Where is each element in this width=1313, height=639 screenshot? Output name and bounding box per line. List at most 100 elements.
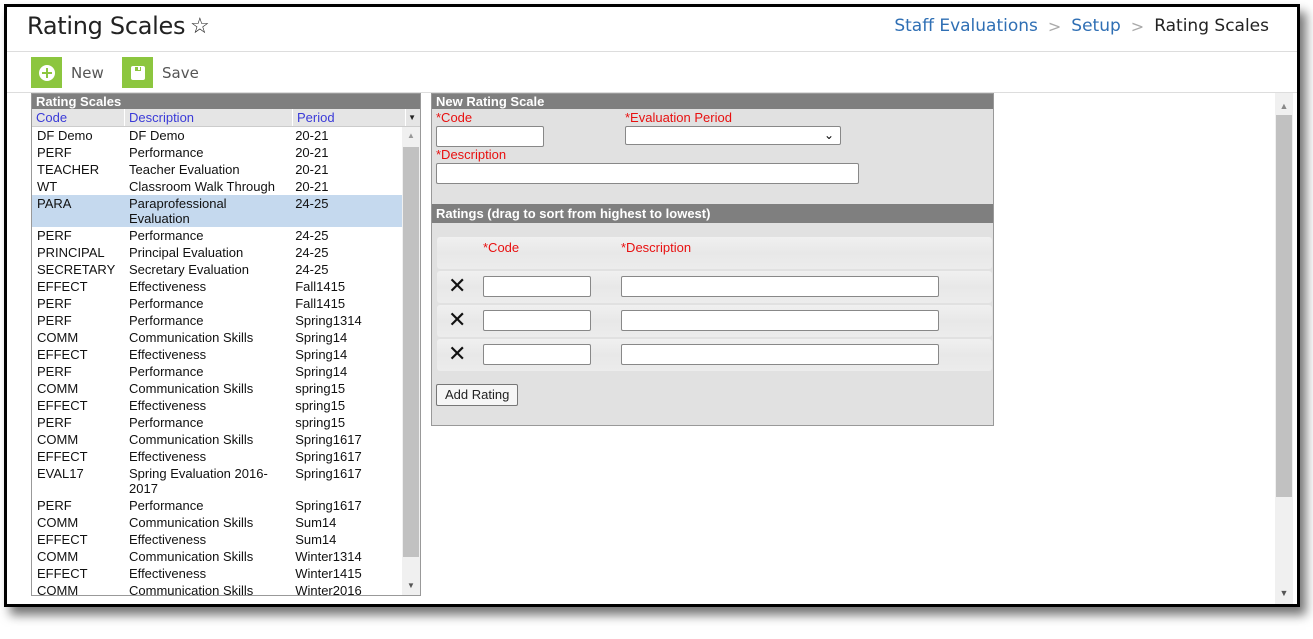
column-description[interactable]: Description	[125, 109, 293, 126]
list-row[interactable]: EFFECT Effectiveness Fall1415	[32, 278, 402, 295]
row-description: Effectiveness	[129, 398, 207, 413]
row-description: Performance	[129, 415, 204, 430]
chevron-down-icon: ⌄	[823, 128, 834, 142]
column-period[interactable]: Period	[293, 109, 406, 126]
rating-code-input[interactable]	[483, 276, 591, 297]
star-outline-icon[interactable]: ☆	[190, 13, 210, 39]
row-description: Secretary Evaluation	[129, 262, 249, 277]
list-row[interactable]: PARA Paraprofessional Evaluation 24-25	[32, 195, 402, 227]
column-code[interactable]: Code	[32, 109, 125, 126]
row-description: Effectiveness	[129, 532, 207, 547]
row-description: Communication Skills	[129, 549, 254, 564]
row-description: Performance	[129, 228, 204, 243]
rating-description-input[interactable]	[621, 276, 939, 297]
row-period: 20-21	[295, 179, 329, 194]
description-label: *Description	[436, 147, 507, 162]
list-row[interactable]: PERF Performance Spring1617	[32, 497, 402, 514]
rating-row[interactable]: ✕	[437, 339, 992, 371]
row-period: 24-25	[295, 262, 329, 277]
code-input[interactable]	[436, 126, 544, 147]
row-period: Winter1415	[295, 566, 362, 581]
row-period: 20-21	[295, 145, 329, 160]
x-icon[interactable]: ✕	[448, 308, 466, 333]
save-button[interactable]: Save	[122, 57, 199, 88]
breadcrumb: Staff Evaluations > Setup > Rating Scale…	[894, 16, 1269, 36]
list-scroll-thumb[interactable]	[403, 147, 419, 557]
row-code: SECRETARY	[37, 262, 116, 277]
x-icon[interactable]: ✕	[448, 342, 466, 367]
list-row[interactable]: PERF Performance 24-25	[32, 227, 402, 244]
list-row[interactable]: EFFECT Effectiveness Sum14	[32, 531, 402, 548]
list-scrollbar[interactable]: ▲ ▼	[402, 127, 420, 595]
list-row[interactable]: PRINCIPAL Principal Evaluation 24-25	[32, 244, 402, 261]
breadcrumb-staff-evaluations[interactable]: Staff Evaluations	[894, 16, 1038, 36]
rating-scales-list: Rating Scales Code Description Period ▼ …	[31, 93, 421, 596]
row-description: Performance	[129, 313, 204, 328]
list-row[interactable]: PERF Performance Fall1415	[32, 295, 402, 312]
scroll-down-icon[interactable]: ▼	[1275, 584, 1293, 602]
list-row[interactable]: COMM Communication Skills Winter1314	[32, 548, 402, 565]
breadcrumb-setup[interactable]: Setup	[1071, 16, 1120, 36]
rating-code-input[interactable]	[483, 310, 591, 331]
plus-circle-icon	[38, 64, 55, 81]
list-row[interactable]: EFFECT Effectiveness Spring14	[32, 346, 402, 363]
row-description: Performance	[129, 296, 204, 311]
scroll-down-icon[interactable]: ▼	[402, 577, 420, 595]
row-description: Communication Skills	[129, 381, 254, 396]
new-icon-box	[31, 57, 62, 88]
row-code: EFFECT	[37, 398, 88, 413]
row-description: Communication Skills	[129, 432, 254, 447]
form-title: New Rating Scale	[432, 94, 993, 109]
page-title: Rating Scales	[27, 12, 186, 40]
row-code: PERF	[37, 313, 72, 328]
row-description: Communication Skills	[129, 583, 254, 595]
ratings-section-title: Ratings (drag to sort from highest to lo…	[432, 204, 993, 223]
list-row[interactable]: EFFECT Effectiveness spring15	[32, 397, 402, 414]
list-row[interactable]: PERF Performance Spring14	[32, 363, 402, 380]
list-row[interactable]: COMM Communication Skills Winter2016	[32, 582, 402, 595]
rating-description-input[interactable]	[621, 310, 939, 331]
row-code: EVAL17	[37, 466, 84, 481]
row-description: Classroom Walk Through	[129, 179, 275, 194]
list-row[interactable]: COMM Communication Skills Spring1617	[32, 431, 402, 448]
row-period: Sum14	[295, 532, 337, 547]
list-row[interactable]: TEACHER Teacher Evaluation 20-21	[32, 161, 402, 178]
list-row[interactable]: WT Classroom Walk Through 20-21	[32, 178, 402, 195]
evaluation-period-select[interactable]: ⌄	[625, 126, 841, 145]
list-column-header: Code Description Period ▼	[32, 109, 420, 127]
row-code: WT	[37, 179, 58, 194]
evaluation-period-label: *Evaluation Period	[625, 110, 732, 125]
description-input[interactable]	[436, 163, 859, 184]
list-row[interactable]: EFFECT Effectiveness Spring1617	[32, 448, 402, 465]
row-period: 24-25	[295, 196, 329, 211]
scroll-up-icon[interactable]: ▲	[1275, 97, 1293, 115]
list-row[interactable]: COMM Communication Skills spring15	[32, 380, 402, 397]
x-icon[interactable]: ✕	[448, 274, 466, 299]
code-label: *Code	[436, 110, 473, 125]
rating-description-input[interactable]	[621, 344, 939, 365]
list-row[interactable]: DF Demo DF Demo 20-21	[32, 127, 402, 144]
row-description: Performance	[129, 364, 204, 379]
rating-row[interactable]: ✕	[437, 271, 992, 303]
row-period: 24-25	[295, 245, 329, 260]
row-description: Effectiveness	[129, 566, 207, 581]
new-rating-scale-form: New Rating Scale *Code *Evaluation Perio…	[431, 93, 994, 426]
list-row[interactable]: EFFECT Effectiveness Winter1415	[32, 565, 402, 582]
list-title: Rating Scales	[32, 94, 420, 109]
rating-row[interactable]: ✕	[437, 305, 992, 337]
add-rating-button[interactable]: Add Rating	[436, 384, 519, 406]
row-code: PERF	[37, 364, 72, 379]
list-row[interactable]: EVAL17 Spring Evaluation 2016-2017 Spring1…	[32, 465, 402, 497]
rating-code-input[interactable]	[483, 344, 591, 365]
list-row[interactable]: PERF Performance spring15	[32, 414, 402, 431]
scroll-up-icon[interactable]: ▲	[402, 127, 420, 145]
column-menu-icon[interactable]: ▼	[408, 109, 416, 126]
list-row[interactable]: COMM Communication Skills Spring14	[32, 329, 402, 346]
page-scrollbar[interactable]: ▲ ▼	[1275, 93, 1293, 604]
new-button[interactable]: New	[31, 57, 104, 88]
list-row[interactable]: SECRETARY Secretary Evaluation 24-25	[32, 261, 402, 278]
list-row[interactable]: COMM Communication Skills Sum14	[32, 514, 402, 531]
list-row[interactable]: PERF Performance 20-21	[32, 144, 402, 161]
list-row[interactable]: PERF Performance Spring1314	[32, 312, 402, 329]
page-scroll-thumb[interactable]	[1276, 115, 1292, 497]
